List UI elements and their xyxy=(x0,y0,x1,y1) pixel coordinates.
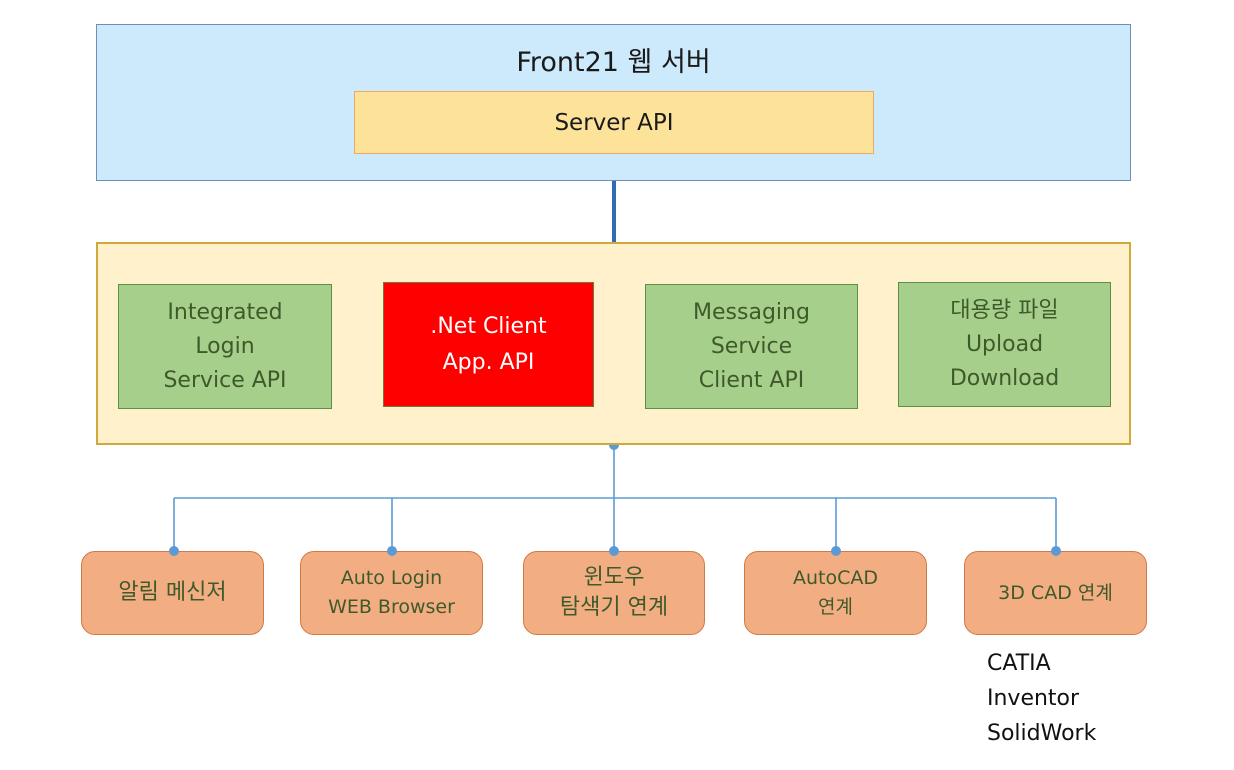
app-windows-explorer: 윈도우 탐색기 연계 xyxy=(523,551,705,635)
module-line: Service API xyxy=(163,364,286,398)
module-line: Download xyxy=(950,362,1059,396)
server-api-box: Server API xyxy=(354,91,874,154)
app-autocad: AutoCAD 연계 xyxy=(744,551,927,635)
module-line: App. API xyxy=(443,345,535,381)
web-server-title: Front21 웹 서버 xyxy=(96,40,1131,79)
module-line: Messaging xyxy=(693,296,810,330)
app-line: 알림 메신저 xyxy=(118,578,226,608)
app-line: 탐색기 연계 xyxy=(560,593,668,623)
module-line: 대용량 파일 xyxy=(950,294,1058,328)
module-line: Login xyxy=(195,330,254,364)
module-line: Upload xyxy=(966,328,1043,362)
app-line: 윈도우 xyxy=(584,563,645,593)
module-line: Client API xyxy=(699,364,805,398)
app-line: 연계 xyxy=(818,593,853,622)
module-line: .Net Client xyxy=(430,309,546,345)
module-line: Integrated xyxy=(167,296,282,330)
module-line: Service xyxy=(711,330,792,364)
cad-product: CATIA xyxy=(987,646,1096,681)
module-messaging-service: Messaging Service Client API xyxy=(645,284,858,409)
app-line: AutoCAD xyxy=(793,564,878,593)
cad-product: SolidWork xyxy=(987,716,1096,751)
module-net-client-api: .Net Client App. API xyxy=(383,282,594,407)
module-integrated-login: Integrated Login Service API xyxy=(118,284,332,409)
app-line: WEB Browser xyxy=(328,593,455,622)
app-line: Auto Login xyxy=(341,564,442,593)
app-auto-login-browser: Auto Login WEB Browser xyxy=(300,551,483,635)
app-line: 3D CAD 연계 xyxy=(998,579,1113,608)
cad-product: Inventor xyxy=(987,681,1096,716)
app-3d-cad: 3D CAD 연계 xyxy=(964,551,1147,635)
app-notification-messenger: 알림 메신저 xyxy=(81,551,264,635)
server-api-label: Server API xyxy=(554,110,673,136)
module-large-file-transfer: 대용량 파일 Upload Download xyxy=(898,282,1111,407)
cad-product-list: CATIA Inventor SolidWork xyxy=(987,646,1096,751)
